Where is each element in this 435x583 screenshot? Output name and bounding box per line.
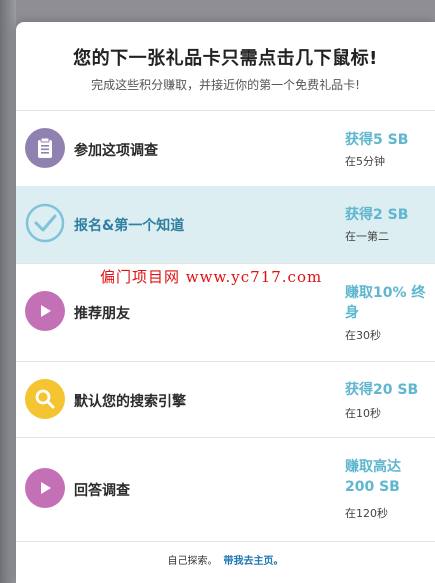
offer-time: 在10秒 xyxy=(345,407,381,420)
offer-time: 在120秒 xyxy=(345,507,388,520)
offer-time: 在5分钟 xyxy=(345,155,385,168)
offer-label: 参加这项调查 xyxy=(74,143,158,159)
offer-label: 报名&第一个知道 xyxy=(74,218,185,234)
offer-reward: 获得20 SB xyxy=(345,382,419,398)
play-icon xyxy=(25,468,65,508)
watermark: 偏门项目网 www.yc717.com xyxy=(100,268,323,286)
offer-row-survey[interactable]: 参加这项调查 获得5 SB 在5分钟 xyxy=(16,111,435,187)
offer-row-answer-survey[interactable]: 回答调查 赚取高达 200 SB 在120秒 xyxy=(16,437,435,542)
offer-label: 回答调查 xyxy=(74,483,130,499)
offer-reward: 获得5 SB xyxy=(345,132,409,148)
search-icon xyxy=(25,379,65,419)
offer-card: 您的下一张礼品卡只需点击几下鼠标! 完成这些积分赚取，并接近你的第一个免费礼品卡… xyxy=(16,22,435,583)
card-header: 您的下一张礼品卡只需点击几下鼠标! 完成这些积分赚取，并接近你的第一个免费礼品卡… xyxy=(16,22,435,111)
offer-reward: 获得2 SB xyxy=(345,207,409,223)
checkmark-icon xyxy=(25,203,65,243)
play-icon xyxy=(25,291,65,331)
footer: 自己探索。 带我去主页。 xyxy=(16,541,435,583)
offer-reward: 赚取10% 终身 xyxy=(345,285,426,321)
footer-text: 自己探索。 xyxy=(167,556,218,567)
home-link[interactable]: 带我去主页。 xyxy=(224,556,284,567)
page-title: 您的下一张礼品卡只需点击几下鼠标! xyxy=(73,48,378,69)
background-edge xyxy=(0,0,16,583)
offer-label: 默认您的搜索引擎 xyxy=(74,394,186,410)
offer-time: 在30秒 xyxy=(345,329,381,342)
offer-row-signup[interactable]: 报名&第一个知道 获得2 SB 在一第二 xyxy=(16,186,435,264)
page-subtitle: 完成这些积分赚取，并接近你的第一个免费礼品卡! xyxy=(91,78,360,92)
offer-time: 在一第二 xyxy=(345,230,389,243)
offer-row-search-engine[interactable]: 默认您的搜索引擎 获得20 SB 在10秒 xyxy=(16,361,435,438)
clipboard-icon xyxy=(25,128,65,168)
offer-label: 推荐朋友 xyxy=(74,306,130,322)
offer-reward: 赚取高达 200 SB xyxy=(345,459,401,495)
